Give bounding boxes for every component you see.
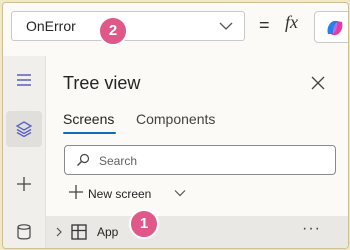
chevron-right-icon[interactable] — [55, 227, 63, 237]
tree-node-app[interactable]: App ··· — [46, 216, 348, 248]
tab-components[interactable]: Components — [136, 111, 215, 127]
search-box[interactable] — [64, 145, 336, 175]
plus-icon — [17, 177, 31, 191]
copilot-button[interactable] — [314, 11, 348, 43]
tree-node-label: App — [97, 225, 119, 239]
copilot-icon — [327, 20, 343, 36]
database-icon — [17, 224, 31, 240]
new-screen-label: New screen — [88, 187, 152, 201]
tree-view-button[interactable] — [6, 111, 42, 147]
menu-button[interactable] — [6, 62, 42, 98]
plus-icon — [69, 185, 83, 199]
pane-title: Tree view — [63, 73, 141, 93]
close-icon[interactable] — [309, 74, 327, 92]
annotation-badge-1: 1 — [129, 209, 159, 239]
tree-view-pane: Tree view Screens Components New screen — [46, 56, 348, 248]
active-tab-indicator — [63, 132, 116, 134]
app-icon — [71, 224, 87, 240]
fx-icon[interactable]: fx — [285, 12, 298, 33]
power-apps-studio-window: OnError = fx Tree view Screens Component… — [2, 2, 349, 249]
hamburger-icon — [17, 74, 31, 86]
chevron-down-icon — [174, 190, 186, 197]
data-button[interactable] — [6, 214, 42, 248]
search-input[interactable] — [97, 151, 321, 171]
tab-screens[interactable]: Screens — [63, 111, 114, 127]
left-rail — [3, 56, 46, 248]
property-value: OnError — [26, 18, 76, 34]
chevron-down-icon — [219, 22, 233, 30]
insert-button[interactable] — [6, 166, 42, 202]
property-dropdown[interactable]: OnError — [11, 11, 245, 41]
annotation-badge-2: 2 — [98, 16, 128, 46]
equals-sign: = — [259, 15, 270, 35]
formula-bar: OnError = fx — [3, 3, 348, 56]
more-options-button[interactable]: ··· — [302, 220, 321, 238]
search-icon — [77, 153, 90, 166]
layers-icon — [15, 121, 33, 138]
